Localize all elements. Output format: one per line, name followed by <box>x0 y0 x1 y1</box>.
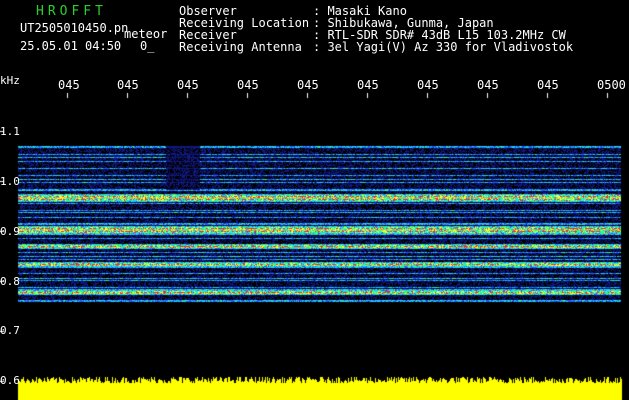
field-label-antenna: Receiving Antenna <box>179 40 302 54</box>
field-value-antenna: : 3el Yagi(V) Az 330 for Vladivostok <box>313 40 574 54</box>
x-tick-6: 045 <box>357 78 379 92</box>
y-tick-0-8: 0.8 <box>0 275 20 288</box>
extra-label: 0_ <box>140 39 155 53</box>
x-tick-1: 045 <box>58 78 80 92</box>
x-tick-4: 045 <box>237 78 259 92</box>
x-tick-7: 045 <box>417 78 439 92</box>
x-tick-5: 045 <box>297 78 319 92</box>
y-tick-0-9: 0.9 <box>0 225 20 238</box>
x-tick-3: 045 <box>177 78 199 92</box>
x-tick-2: 045 <box>117 78 139 92</box>
spectrogram-canvas <box>0 0 629 400</box>
datetime-label: 25.05.01 04:50 <box>20 39 122 53</box>
y-axis-unit: kHz <box>0 74 20 87</box>
y-tick-0-7: 0.7 <box>0 324 20 337</box>
x-tick-9: 045 <box>537 78 559 92</box>
brand-label: HROFFT <box>36 4 107 19</box>
x-tick-8: 045 <box>477 78 499 92</box>
filename-label: UT2505010450.pn <box>20 21 129 35</box>
y-tick-0-6: 0.6 <box>0 374 20 387</box>
y-tick-1-0: 1.0 <box>0 175 20 188</box>
x-tick-10: 0500 <box>597 78 626 92</box>
y-tick-1-1: 1.1 <box>0 125 20 138</box>
